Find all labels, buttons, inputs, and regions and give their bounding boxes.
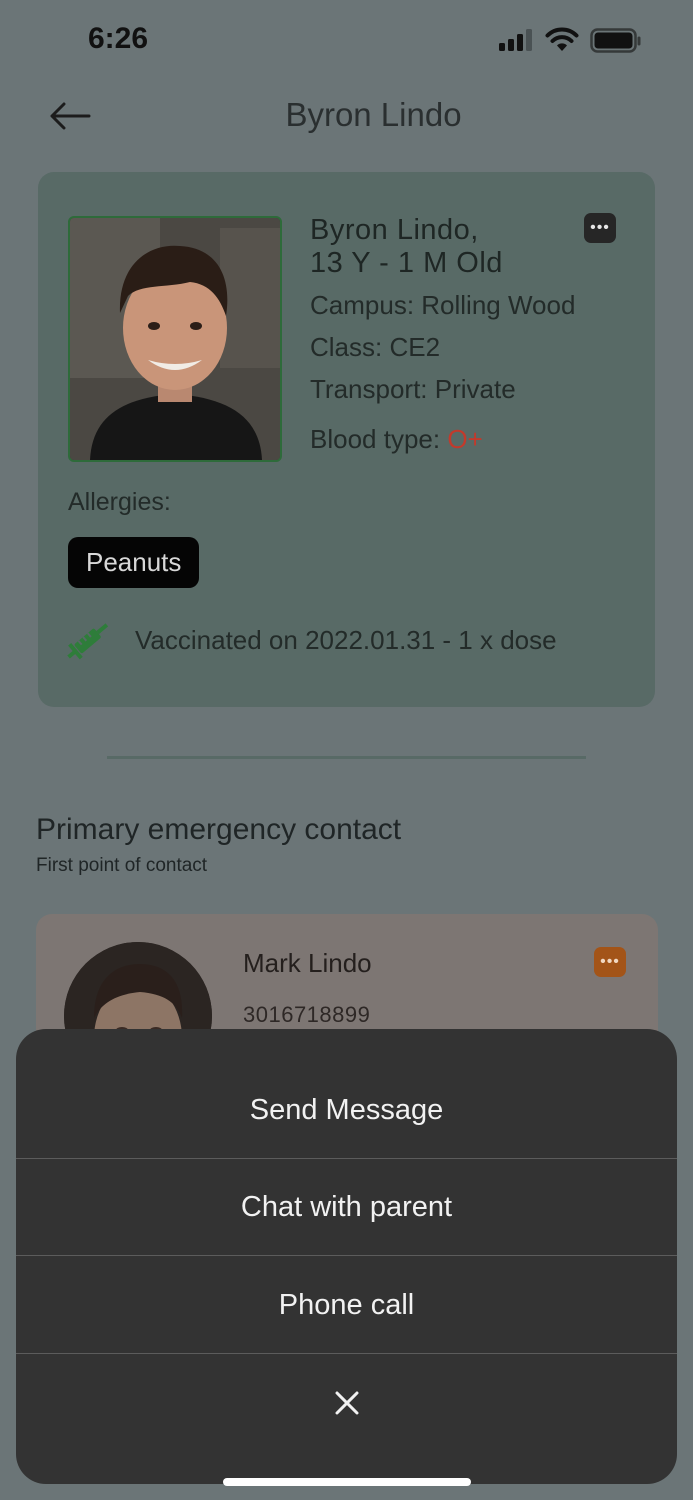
allergy-chip: Peanuts [68,537,200,588]
page-title: Byron Lindo [285,96,462,133]
blood-type-value: O+ [447,424,483,454]
allergies-label: Allergies: [68,488,171,516]
close-icon [335,1391,358,1414]
student-photo [68,216,282,462]
student-campus: Campus: Rolling Wood [310,290,576,320]
student-age: 13 Y - 1 M Old [310,247,503,279]
signal-icon [499,29,532,51]
student-more-button[interactable]: ••• [584,213,616,243]
status-time: 6:26 [88,22,149,55]
student-portrait-image [70,218,280,460]
student-blood-type: Blood type: O+ [310,424,483,455]
emergency-section-title: Primary emergency contact [36,813,402,846]
chat-with-parent-button[interactable]: Chat with parent [16,1159,677,1256]
student-class: Class: CE2 [310,332,441,362]
home-indicator [223,1478,471,1486]
student-name-line: Byron Lindo, [310,214,479,246]
more-horizontal-icon: ••• [590,219,610,236]
close-button[interactable] [16,1354,677,1451]
student-name: Byron Lindo, 13 Y - 1 M Old [310,214,503,280]
blood-type-label: Blood type: [310,424,448,454]
send-message-button[interactable]: Send Message [16,1062,677,1159]
student-transport: Transport: Private [310,374,516,404]
wifi-icon [545,27,579,51]
syringe-icon [67,623,109,660]
contact-name: Mark Lindo [243,948,372,978]
vaccination-info: Vaccinated on 2022.01.31 - 1 x dose [135,625,557,655]
divider [107,756,586,759]
header: Byron Lindo [0,80,693,152]
contact-phone: 3016718899 [243,1002,371,1027]
phone-call-button[interactable]: Phone call [16,1257,677,1354]
student-card: Byron Lindo, 13 Y - 1 M Old ••• Campus: … [38,172,655,707]
action-sheet: Send Message Chat with parent Phone call [16,1029,677,1484]
emergency-section-subtitle: First point of contact [36,855,208,876]
status-bar: 6:26 [0,0,693,80]
more-horizontal-icon: ••• [600,953,620,970]
contact-more-button[interactable]: ••• [594,947,626,977]
battery-icon [590,28,641,53]
